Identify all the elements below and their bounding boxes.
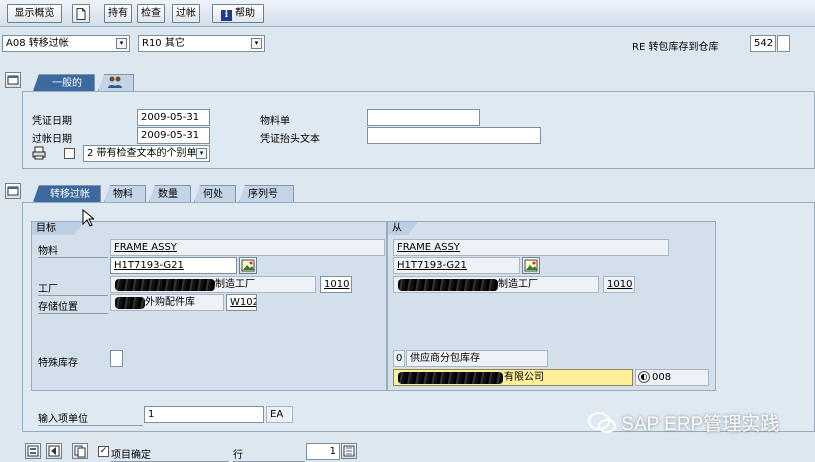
tab-quantity[interactable]: 数量: [149, 185, 191, 202]
print-option-select[interactable]: 2 带有检查文本的个别单 ▾: [83, 145, 210, 162]
wechat-icon: [588, 412, 616, 433]
dropdown-icon[interactable]: ▾: [251, 38, 262, 49]
target-material-desc: FRAME ASSY: [110, 239, 385, 256]
tab-transfer-posting[interactable]: 转移过帐: [33, 185, 101, 202]
watermark: SAP ERP管理实践: [588, 409, 798, 435]
mouse-cursor: [82, 208, 96, 230]
hold-button[interactable]: 持有: [104, 4, 132, 23]
material-slip-field[interactable]: [367, 109, 480, 126]
printer-icon[interactable]: [32, 146, 46, 160]
header-text-label: 凭证抬头文本: [260, 134, 320, 145]
post-date-field[interactable]: 2009-05-31: [137, 127, 210, 144]
row-field[interactable]: 1: [306, 443, 340, 460]
collapse-item-icon[interactable]: [5, 183, 21, 199]
tab-where[interactable]: 何处: [194, 185, 236, 202]
post-date-label: 过帐日期: [32, 134, 72, 145]
quantity-label: 输入项单位: [38, 410, 143, 426]
movement-description: RE 转包库存到仓库: [632, 42, 719, 53]
document-icon: [76, 8, 86, 20]
special-stock-label: 特殊库存: [38, 358, 78, 369]
target-special-stock-field[interactable]: [110, 350, 123, 367]
tab-serial-number[interactable]: 序列号: [239, 185, 294, 202]
source-special-stock-desc: 供应商分包库存: [406, 350, 548, 367]
quantity-field[interactable]: 1: [144, 406, 264, 423]
lookup-icon[interactable]: ◐: [638, 371, 650, 383]
redaction-mark: [398, 279, 498, 291]
collapse-header-icon[interactable]: [5, 72, 21, 88]
target-plant-label: 工厂: [38, 280, 108, 296]
new-document-button[interactable]: [72, 4, 90, 23]
doc-date-field[interactable]: 2009-05-31: [137, 109, 210, 126]
tab-general[interactable]: 一般的: [33, 74, 95, 91]
people-icon: [108, 76, 122, 88]
print-checkbox[interactable]: [64, 148, 75, 159]
help-button[interactable]: i 帮助: [212, 4, 264, 23]
dropdown-icon[interactable]: ▾: [116, 38, 127, 49]
target-material-label: 物料: [38, 242, 108, 258]
source-plant-code: 1010: [603, 276, 635, 293]
redaction-mark: [115, 279, 215, 291]
info-icon: i: [221, 10, 232, 21]
post-button[interactable]: 过帐: [172, 4, 200, 23]
goto-row-icon[interactable]: [341, 443, 357, 459]
source-plant-name: 制造工厂: [393, 276, 599, 293]
first-item-icon[interactable]: [25, 443, 41, 459]
unit-field: EA: [266, 406, 293, 423]
header-text-field[interactable]: [367, 127, 541, 144]
target-plant-code[interactable]: 1010: [320, 276, 352, 293]
check-button[interactable]: 检查: [137, 4, 165, 23]
movement-extra-field[interactable]: [777, 35, 790, 52]
source-vendor-name[interactable]: 有限公司: [393, 369, 633, 386]
source-material-desc: FRAME ASSY: [393, 239, 669, 256]
show-overview-button[interactable]: 显示概览: [7, 4, 62, 23]
target-sloc-label: 存储位置: [38, 298, 108, 314]
dropdown-icon[interactable]: ▾: [196, 148, 207, 159]
target-material-no[interactable]: H1T7193-G21: [110, 257, 237, 274]
source-special-stock: 0: [393, 350, 405, 367]
source-vendor-code: ◐ 008: [635, 369, 709, 386]
redaction-mark: [115, 297, 145, 309]
transaction-select[interactable]: A08 转移过帐 ▾: [2, 35, 130, 52]
material-slip-label: 物料单: [260, 116, 290, 127]
copy-item-icon[interactable]: [72, 443, 88, 459]
item-ok-checkbox[interactable]: ✓: [98, 446, 109, 457]
redaction-mark: [398, 372, 503, 384]
movement-code-field[interactable]: 542: [750, 35, 776, 52]
target-sloc-name: 外购配件库: [110, 294, 224, 311]
target-plant-name: 制造工厂: [110, 276, 316, 293]
application-toolbar: 显示概览 持有 检查 过帐 i 帮助: [0, 0, 815, 27]
movement-type-select[interactable]: R10 其它 ▾: [138, 35, 265, 52]
doc-date-label: 凭证日期: [32, 116, 72, 127]
tab-material[interactable]: 物料: [104, 185, 146, 202]
target-sloc-code[interactable]: W102: [226, 294, 257, 311]
image-icon[interactable]: [522, 257, 540, 274]
tab-vendor[interactable]: [98, 74, 134, 91]
previous-item-icon[interactable]: [46, 443, 62, 459]
source-material-no: H1T7193-G21: [393, 257, 520, 274]
image-icon[interactable]: [239, 257, 257, 274]
